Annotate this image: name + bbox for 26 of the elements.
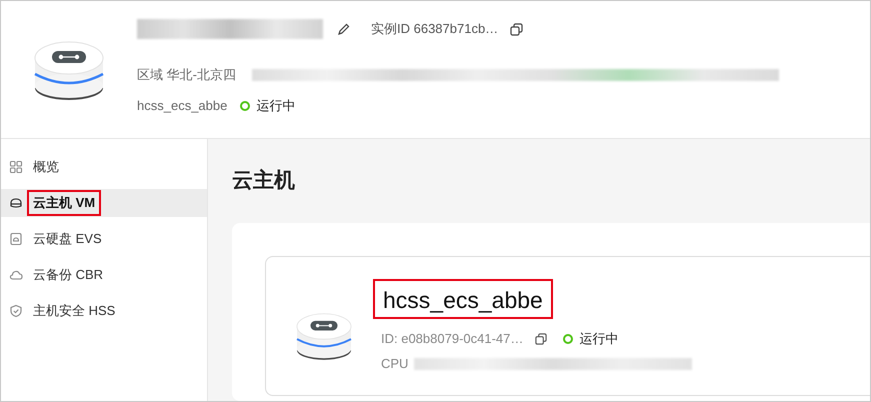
sidebar-label: 云备份 CBR <box>32 266 104 284</box>
sidebar-item[interactable]: 云备份 CBR <box>1 261 207 289</box>
sidebar-label: 云硬盘 EVS <box>32 230 103 248</box>
sidebar-item[interactable]: 云主机 VM <box>1 189 207 217</box>
sidebar-item[interactable]: 主机安全 HSS <box>1 297 207 325</box>
copy-icon[interactable] <box>535 332 548 344</box>
sidebar-label: 主机安全 HSS <box>32 302 116 320</box>
copy-icon[interactable] <box>510 22 524 36</box>
sidebar-item[interactable]: 云硬盘 EVS <box>1 225 207 253</box>
instance-id: ID: e08b8079-0c41-47… <box>381 330 524 348</box>
sidebar-label: 云主机 VM <box>27 190 102 216</box>
instance-title: hcss_ecs_abbe <box>373 278 553 318</box>
cloud-icon <box>9 268 23 282</box>
instance-name: hcss_ecs_abbe <box>137 97 228 116</box>
status-text: 运行中 <box>256 97 296 116</box>
shield-icon <box>9 304 23 318</box>
cpu-label: CPU <box>381 354 408 373</box>
grid-icon <box>9 160 23 174</box>
region-label: 区域 华北-北京四 <box>137 66 236 84</box>
instance-id: 实例ID 66387b71cb… <box>371 20 498 38</box>
sidebar-item[interactable]: 概览 <box>1 153 207 181</box>
status-text: 运行中 <box>579 330 618 348</box>
sidebar-label: 概览 <box>32 158 60 176</box>
server-icon <box>9 196 23 210</box>
page-title: 云主机 <box>232 168 296 194</box>
edit-icon[interactable] <box>337 22 351 36</box>
